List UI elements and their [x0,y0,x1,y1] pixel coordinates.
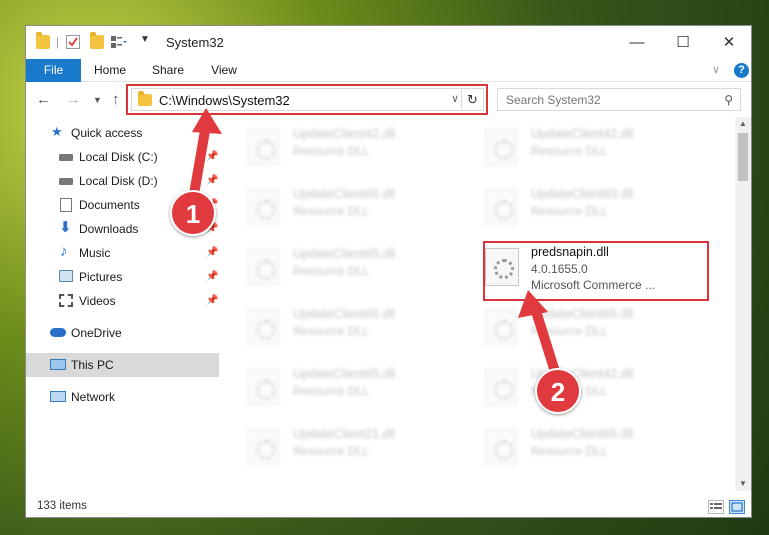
step-badge-1: 1 [170,190,216,236]
step-badge-2: 2 [535,368,581,414]
arrow-2-head [518,290,548,318]
arrow-1 [188,120,211,205]
annotation-arrows [188,108,562,383]
arrow-1-head [192,108,222,134]
